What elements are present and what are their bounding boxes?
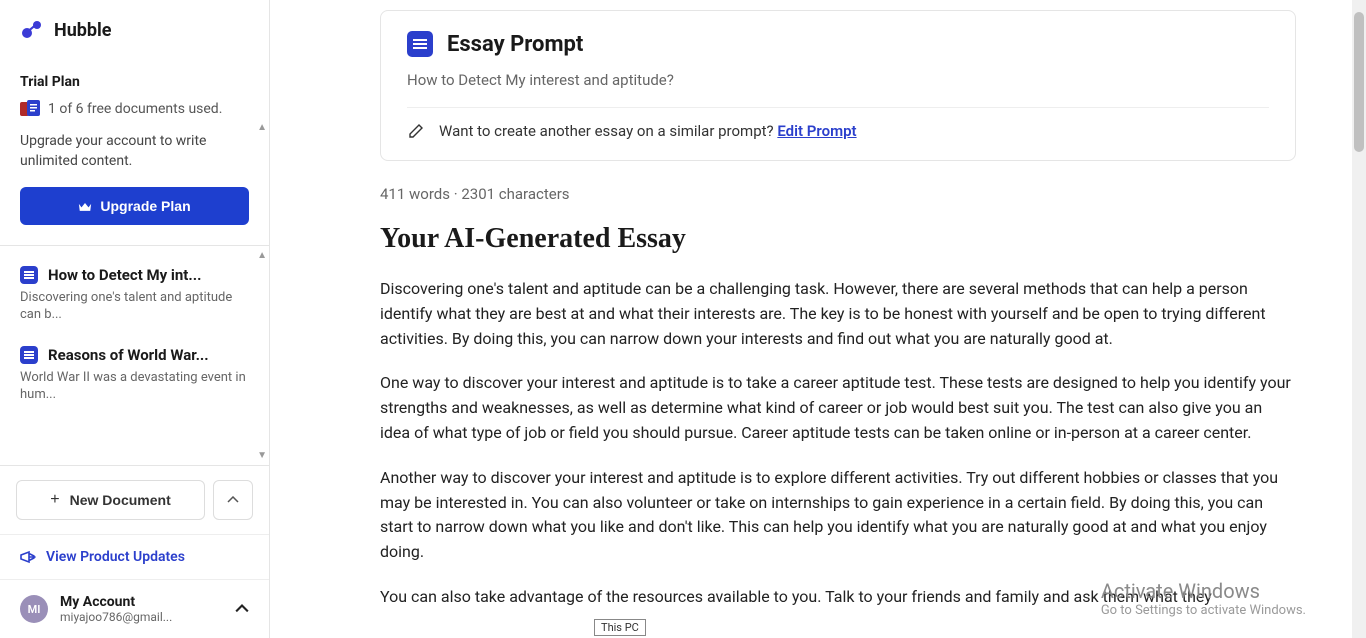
- brand-name: Hubble: [54, 20, 112, 41]
- main-content: Essay Prompt How to Detect My interest a…: [270, 0, 1366, 638]
- prompt-card-title: Essay Prompt: [447, 32, 583, 57]
- essay-paragraph: You can also take advantage of the resou…: [380, 585, 1296, 610]
- chevron-up-icon: [227, 496, 239, 504]
- essay-paragraph: Discovering one's talent and aptitude ca…: [380, 277, 1296, 351]
- essay-meta: 411 words · 2301 characters: [380, 185, 1296, 203]
- scroll-down-icon: ▼: [257, 450, 267, 461]
- document-title: How to Detect My int...: [48, 266, 201, 284]
- sidebar-bottom: + New Document View Product Updates MI: [0, 465, 269, 638]
- view-product-updates[interactable]: View Product Updates: [0, 534, 269, 579]
- essay-title: Your AI-Generated Essay: [380, 223, 1296, 255]
- plan-section: ▲ Trial Plan 1 of 6 free documents used.…: [0, 60, 269, 246]
- edit-icon: [407, 122, 425, 140]
- chevron-up-icon: [235, 604, 249, 614]
- document-snippet: World War II was a devastating event in …: [20, 370, 249, 404]
- scrollbar-thumb[interactable]: [1354, 12, 1364, 152]
- upgrade-button-label: Upgrade Plan: [100, 198, 190, 214]
- taskbar-tooltip: This PC: [594, 619, 646, 636]
- essay-prompt-card: Essay Prompt How to Detect My interest a…: [380, 10, 1296, 161]
- sidebar: Hubble ▲ Trial Plan 1 of 6 free document…: [0, 0, 270, 638]
- usage-text: 1 of 6 free documents used.: [48, 101, 222, 117]
- document-item[interactable]: How to Detect My int... Discovering one'…: [0, 256, 269, 336]
- document-icon: [20, 346, 38, 364]
- upgrade-description: Upgrade your account to write unlimited …: [20, 132, 249, 171]
- document-item[interactable]: Reasons of World War... World War II was…: [0, 336, 269, 416]
- sidebar-header: Hubble: [0, 0, 269, 60]
- document-usage: 1 of 6 free documents used.: [20, 100, 249, 118]
- document-icon: [20, 266, 38, 284]
- document-icon: [407, 31, 433, 57]
- scroll-up-icon: ▲: [257, 122, 267, 133]
- account-title: My Account: [60, 594, 223, 610]
- documents-icon: [20, 100, 40, 118]
- document-title: Reasons of World War...: [48, 346, 209, 364]
- my-account[interactable]: MI My Account miyajoo786@gmail...: [0, 579, 269, 638]
- product-updates-label: View Product Updates: [46, 549, 185, 565]
- scrollbar[interactable]: [1352, 0, 1366, 638]
- new-document-button[interactable]: + New Document: [16, 480, 205, 520]
- essay-paragraph: One way to discover your interest and ap…: [380, 371, 1296, 445]
- upgrade-plan-button[interactable]: Upgrade Plan: [20, 187, 249, 225]
- avatar: MI: [20, 595, 48, 623]
- plan-title: Trial Plan: [20, 74, 249, 90]
- crown-icon: [78, 201, 92, 212]
- divider: [407, 107, 1269, 108]
- edit-prompt-link[interactable]: Edit Prompt: [777, 122, 856, 140]
- documents-list: ▲ How to Detect My int... Discovering on…: [0, 246, 269, 465]
- edit-prompt-lead: Want to create another essay on a simila…: [439, 122, 777, 140]
- document-snippet: Discovering one's talent and aptitude ca…: [20, 290, 249, 324]
- logo-icon: [20, 18, 44, 42]
- plus-icon: +: [50, 491, 59, 509]
- megaphone-icon: [20, 550, 36, 564]
- new-document-dropdown[interactable]: [213, 480, 253, 520]
- edit-prompt-row: Want to create another essay on a simila…: [407, 122, 1269, 140]
- essay-paragraph: Another way to discover your interest an…: [380, 466, 1296, 565]
- new-document-label: New Document: [70, 492, 171, 508]
- essay-body: Discovering one's talent and aptitude ca…: [380, 277, 1296, 610]
- account-email: miyajoo786@gmail...: [60, 610, 223, 624]
- scroll-up-icon: ▲: [257, 250, 267, 261]
- prompt-question: How to Detect My interest and aptitude?: [407, 71, 1269, 89]
